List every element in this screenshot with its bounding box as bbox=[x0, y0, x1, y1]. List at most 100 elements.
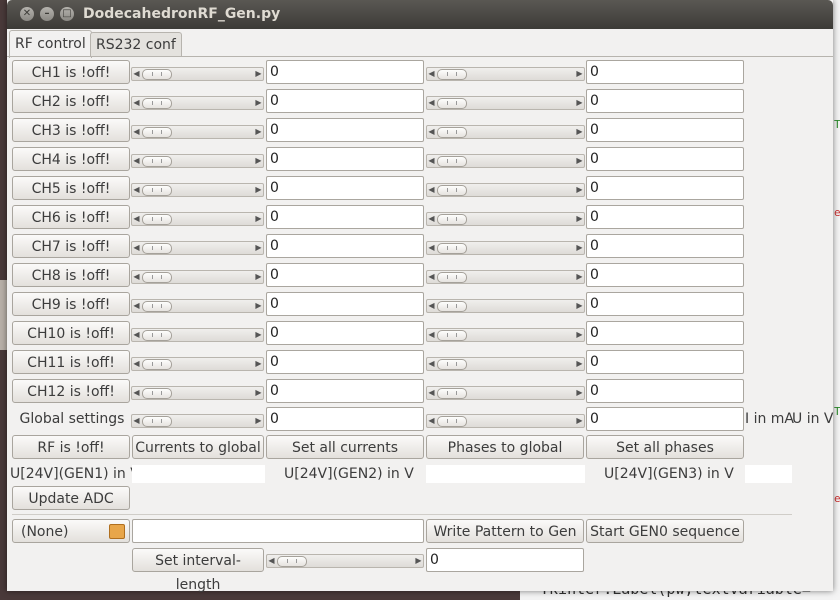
slider-thumb[interactable] bbox=[142, 185, 172, 196]
channel-toggle-button[interactable]: CH1 is !off! bbox=[12, 60, 130, 84]
chevron-right-icon[interactable]: ▶ bbox=[575, 184, 584, 196]
chevron-right-icon[interactable]: ▶ bbox=[254, 387, 263, 399]
chevron-right-icon[interactable]: ▶ bbox=[254, 300, 263, 312]
channel-phase-input[interactable]: 0 bbox=[586, 379, 744, 403]
chevron-right-icon[interactable]: ▶ bbox=[254, 271, 263, 283]
channel-phase-slider[interactable]: ◀ ▶ bbox=[426, 67, 585, 81]
chevron-left-icon[interactable]: ◀ bbox=[132, 97, 141, 109]
channel-toggle-button[interactable]: CH8 is !off! bbox=[12, 263, 130, 287]
chevron-right-icon[interactable]: ▶ bbox=[575, 300, 584, 312]
chevron-right-icon[interactable]: ▶ bbox=[254, 213, 263, 225]
close-icon[interactable]: ✕ bbox=[20, 7, 34, 21]
rf-toggle-button[interactable]: RF is !off! bbox=[12, 435, 130, 459]
chevron-left-icon[interactable]: ◀ bbox=[427, 358, 436, 370]
chevron-left-icon[interactable]: ◀ bbox=[132, 68, 141, 80]
channel-toggle-button[interactable]: CH6 is !off! bbox=[12, 205, 130, 229]
slider-thumb[interactable] bbox=[437, 185, 467, 196]
chevron-left-icon[interactable]: ◀ bbox=[427, 271, 436, 283]
slider-thumb[interactable] bbox=[142, 388, 172, 399]
channel-current-input[interactable]: 0 bbox=[266, 60, 424, 84]
chevron-left-icon[interactable]: ◀ bbox=[132, 271, 141, 283]
channel-phase-input[interactable]: 0 bbox=[586, 263, 744, 287]
channel-phase-slider[interactable]: ◀ ▶ bbox=[426, 328, 585, 342]
channel-phase-slider[interactable]: ◀ ▶ bbox=[426, 241, 585, 255]
chevron-left-icon[interactable]: ◀ bbox=[427, 300, 436, 312]
chevron-left-icon[interactable]: ◀ bbox=[132, 358, 141, 370]
channel-current-input[interactable]: 0 bbox=[266, 263, 424, 287]
slider-thumb[interactable] bbox=[142, 272, 172, 283]
chevron-left-icon[interactable]: ◀ bbox=[427, 213, 436, 225]
slider-thumb[interactable] bbox=[142, 98, 172, 109]
slider-thumb[interactable] bbox=[142, 214, 172, 225]
chevron-right-icon[interactable]: ▶ bbox=[254, 126, 263, 138]
chevron-right-icon[interactable]: ▶ bbox=[254, 329, 263, 341]
chevron-left-icon[interactable]: ◀ bbox=[132, 242, 141, 254]
chevron-right-icon[interactable]: ▶ bbox=[575, 155, 584, 167]
pattern-file-select[interactable]: (None) bbox=[12, 519, 130, 543]
interval-slider[interactable]: ◀ ▶ bbox=[266, 554, 424, 568]
channel-phase-slider[interactable]: ◀ ▶ bbox=[426, 96, 585, 110]
chevron-left-icon[interactable]: ◀ bbox=[427, 387, 436, 399]
chevron-right-icon[interactable]: ▶ bbox=[575, 271, 584, 283]
chevron-left-icon[interactable]: ◀ bbox=[132, 387, 141, 399]
channel-current-input[interactable]: 0 bbox=[266, 350, 424, 374]
slider-thumb[interactable] bbox=[437, 416, 467, 427]
chevron-left-icon[interactable]: ◀ bbox=[132, 300, 141, 312]
chevron-left-icon[interactable]: ◀ bbox=[132, 213, 141, 225]
channel-toggle-button[interactable]: CH7 is !off! bbox=[12, 234, 130, 258]
maximize-icon[interactable]: □ bbox=[60, 7, 74, 21]
channel-phase-slider[interactable]: ◀ ▶ bbox=[426, 386, 585, 400]
slider-thumb[interactable] bbox=[437, 301, 467, 312]
channel-phase-slider[interactable]: ◀ ▶ bbox=[426, 299, 585, 313]
chevron-left-icon[interactable]: ◀ bbox=[427, 155, 436, 167]
slider-thumb[interactable] bbox=[142, 330, 172, 341]
channel-phase-slider[interactable]: ◀ ▶ bbox=[426, 154, 585, 168]
slider-thumb[interactable] bbox=[437, 127, 467, 138]
channel-phase-input[interactable]: 0 bbox=[586, 205, 744, 229]
channel-current-input[interactable]: 0 bbox=[266, 118, 424, 142]
channel-current-input[interactable]: 0 bbox=[266, 89, 424, 113]
chevron-right-icon[interactable]: ▶ bbox=[575, 387, 584, 399]
update-adc-button[interactable]: Update ADC bbox=[12, 486, 130, 510]
channel-phase-input[interactable]: 0 bbox=[586, 176, 744, 200]
chevron-left-icon[interactable]: ◀ bbox=[427, 126, 436, 138]
slider-thumb[interactable] bbox=[142, 156, 172, 167]
set-all-phases-button[interactable]: Set all phases bbox=[586, 435, 744, 459]
chevron-right-icon[interactable]: ▶ bbox=[254, 242, 263, 254]
chevron-right-icon[interactable]: ▶ bbox=[575, 97, 584, 109]
write-pattern-button[interactable]: Write Pattern to Gen bbox=[426, 519, 584, 543]
channel-current-slider[interactable]: ◀ ▶ bbox=[131, 241, 264, 255]
slider-thumb[interactable] bbox=[142, 243, 172, 254]
channel-toggle-button[interactable]: CH5 is !off! bbox=[12, 176, 130, 200]
channel-current-slider[interactable]: ◀ ▶ bbox=[131, 270, 264, 284]
chevron-left-icon[interactable]: ◀ bbox=[132, 415, 141, 427]
chevron-left-icon[interactable]: ◀ bbox=[267, 555, 276, 567]
chevron-left-icon[interactable]: ◀ bbox=[132, 155, 141, 167]
tab-rf-control[interactable]: RF control bbox=[9, 30, 92, 58]
channel-current-slider[interactable]: ◀ ▶ bbox=[131, 67, 264, 81]
channel-current-input[interactable]: 0 bbox=[266, 176, 424, 200]
chevron-right-icon[interactable]: ▶ bbox=[575, 68, 584, 80]
channel-current-input[interactable]: 0 bbox=[266, 234, 424, 258]
channel-toggle-button[interactable]: CH4 is !off! bbox=[12, 147, 130, 171]
chevron-right-icon[interactable]: ▶ bbox=[254, 155, 263, 167]
slider-thumb[interactable] bbox=[277, 556, 307, 567]
chevron-right-icon[interactable]: ▶ bbox=[575, 415, 584, 427]
set-all-currents-button[interactable]: Set all currents bbox=[266, 435, 424, 459]
phases-to-global-button[interactable]: Phases to global bbox=[426, 435, 584, 459]
minimize-icon[interactable]: – bbox=[40, 7, 54, 21]
channel-phase-slider[interactable]: ◀ ▶ bbox=[426, 270, 585, 284]
chevron-left-icon[interactable]: ◀ bbox=[132, 329, 141, 341]
chevron-right-icon[interactable]: ▶ bbox=[575, 242, 584, 254]
channel-toggle-button[interactable]: CH9 is !off! bbox=[12, 292, 130, 316]
chevron-right-icon[interactable]: ▶ bbox=[575, 329, 584, 341]
slider-thumb[interactable] bbox=[437, 243, 467, 254]
slider-thumb[interactable] bbox=[437, 272, 467, 283]
channel-current-slider[interactable]: ◀ ▶ bbox=[131, 328, 264, 342]
chevron-left-icon[interactable]: ◀ bbox=[427, 97, 436, 109]
chevron-left-icon[interactable]: ◀ bbox=[427, 68, 436, 80]
channel-toggle-button[interactable]: CH10 is !off! bbox=[12, 321, 130, 345]
channel-current-input[interactable]: 0 bbox=[266, 379, 424, 403]
slider-thumb[interactable] bbox=[437, 156, 467, 167]
chevron-left-icon[interactable]: ◀ bbox=[427, 242, 436, 254]
